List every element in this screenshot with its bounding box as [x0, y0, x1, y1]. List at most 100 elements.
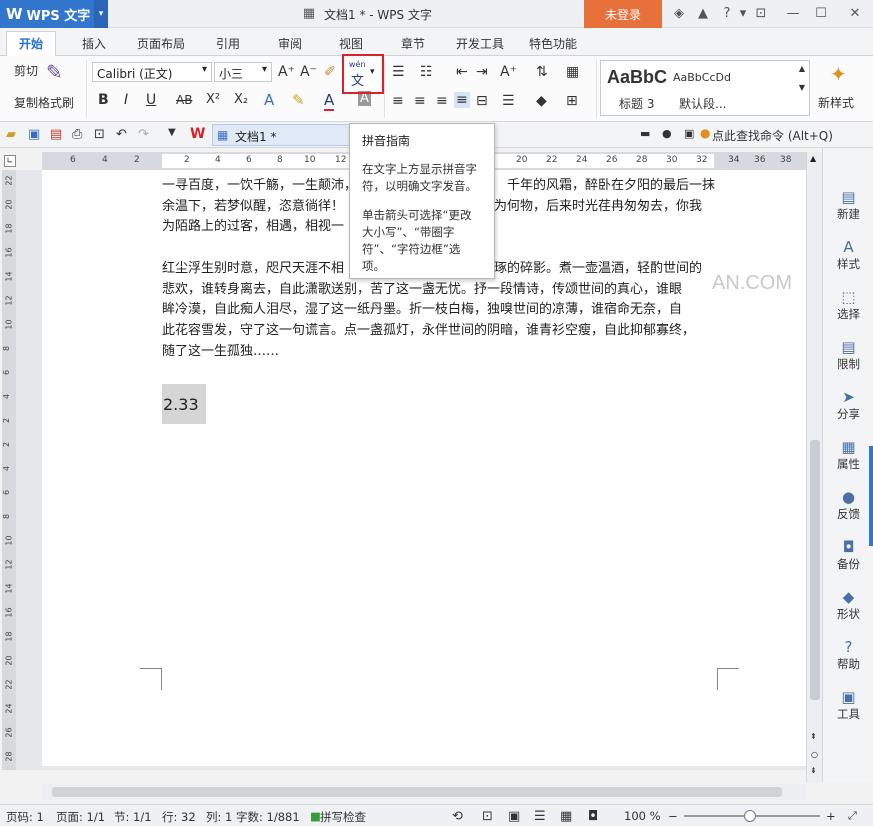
web-view-icon[interactable]: ▦: [560, 809, 572, 824]
align-right-icon[interactable]: ≡: [436, 93, 448, 109]
chevron-down-icon[interactable]: ▾: [94, 0, 108, 28]
line-spacing-icon[interactable]: ☰: [502, 93, 515, 109]
zoom-slider-knob[interactable]: [744, 810, 756, 822]
fullscreen-icon[interactable]: ⊡: [482, 809, 493, 824]
tab-page-layout[interactable]: 页面布局: [137, 35, 185, 52]
pdf-icon[interactable]: ▤: [50, 127, 62, 142]
justify-icon[interactable]: ≡: [454, 92, 470, 108]
increase-indent-icon[interactable]: ⇥: [476, 64, 488, 80]
highlight-icon[interactable]: ✎: [292, 91, 305, 109]
style-preview-heading[interactable]: AaBbC: [607, 67, 667, 88]
open-icon[interactable]: ▰: [6, 127, 16, 142]
table-icon[interactable]: ▦: [566, 64, 579, 80]
font-case-icon[interactable]: A⁺: [500, 64, 517, 80]
tab-special[interactable]: 特色功能: [529, 35, 577, 52]
layout-icon[interactable]: ▬: [640, 127, 650, 140]
style-preview-normal[interactable]: AaBbCcDd: [673, 71, 731, 84]
next-page-icon[interactable]: ⇟: [810, 766, 817, 775]
save-icon[interactable]: ▣: [28, 127, 40, 142]
numbered-list-icon[interactable]: ☷: [420, 64, 433, 80]
align-left-icon[interactable]: ≡: [392, 93, 404, 109]
chevron-down-icon[interactable]: ▼: [799, 83, 805, 92]
maximize-icon[interactable]: ☐: [812, 5, 830, 23]
side-item-property[interactable]: ▦ 属性: [823, 438, 873, 472]
fit-icon[interactable]: ⤢: [848, 809, 857, 823]
command-search[interactable]: 点此查找命令 (Alt+Q): [712, 127, 833, 144]
font-name-select[interactable]: Calibri (正文) ▾: [92, 62, 212, 82]
distribute-icon[interactable]: ⊟: [476, 93, 488, 109]
new-style-button[interactable]: 新样式: [818, 94, 854, 111]
font-color-icon[interactable]: A: [324, 91, 335, 111]
app-menu-button[interactable]: W WPS 文字 ▾: [0, 0, 108, 28]
status-word-count[interactable]: 字数: 1/881: [236, 809, 300, 825]
selected-number[interactable]: 2.33: [162, 384, 206, 424]
reading-view-icon[interactable]: ◘: [588, 809, 598, 824]
italic-icon[interactable]: I: [124, 92, 128, 108]
underline-icon[interactable]: U: [146, 92, 156, 108]
font-shrink-icon[interactable]: A⁻: [300, 64, 317, 80]
style-gallery[interactable]: AaBbC AaBbCcDd 标题 3 默认段... ▲ ▼: [600, 60, 810, 116]
text-effect-icon[interactable]: A: [264, 91, 274, 109]
superscript-icon[interactable]: X²: [206, 92, 220, 107]
people-icon[interactable]: ●: [662, 127, 672, 140]
print-icon[interactable]: ⎙: [72, 127, 82, 142]
bold-icon[interactable]: B: [98, 92, 109, 108]
side-item-tool[interactable]: ▣ 工具: [823, 688, 873, 722]
redo-icon[interactable]: ↷: [138, 127, 149, 142]
browse-object-icon[interactable]: ○: [811, 750, 818, 759]
panel-resize-handle[interactable]: [869, 446, 873, 546]
tab-stop-selector[interactable]: ∟: [4, 155, 16, 167]
subscript-icon[interactable]: X₂: [234, 92, 248, 107]
zoom-in-icon[interactable]: +: [826, 809, 836, 823]
prev-page-icon[interactable]: ⇞: [810, 732, 817, 741]
clear-format-icon[interactable]: ✐: [324, 64, 336, 80]
copy-button[interactable]: 复制: [14, 94, 38, 111]
side-item-backup[interactable]: ◘ 备份: [823, 538, 873, 572]
scroll-up-icon[interactable]: ▲: [810, 154, 816, 163]
font-size-select[interactable]: 小三 ▾: [214, 62, 272, 82]
align-center-icon[interactable]: ≡: [414, 93, 426, 109]
outline-view-icon[interactable]: ☰: [534, 809, 546, 824]
zoom-out-icon[interactable]: −: [668, 809, 678, 823]
cut-button[interactable]: 剪切: [14, 62, 38, 79]
scrollbar-thumb[interactable]: [52, 787, 782, 797]
border-icon[interactable]: ⊞: [566, 93, 578, 109]
side-item-select[interactable]: ⬚ 选择: [823, 288, 873, 322]
tab-review[interactable]: 审阅: [278, 35, 302, 52]
skin-icon[interactable]: ◈: [670, 5, 688, 23]
side-item-help[interactable]: ? 帮助: [823, 638, 873, 672]
revision-icon[interactable]: ⟲: [452, 809, 463, 824]
side-item-style[interactable]: A 样式: [823, 238, 873, 272]
preview-icon[interactable]: ⊡: [94, 127, 105, 142]
window-icon[interactable]: ▣: [684, 127, 694, 140]
tab-home[interactable]: 开始: [6, 31, 57, 56]
scrollbar-thumb[interactable]: [810, 440, 820, 700]
font-grow-icon[interactable]: A⁺: [278, 64, 295, 80]
close-icon[interactable]: ✕: [846, 5, 864, 23]
login-button[interactable]: 未登录: [584, 0, 662, 28]
format-painter-button[interactable]: 格式刷: [38, 94, 74, 111]
tab-section[interactable]: 章节: [401, 35, 425, 52]
side-item-new[interactable]: ▤ 新建: [823, 188, 873, 222]
sort-icon[interactable]: ⇅: [536, 64, 548, 80]
tab-insert[interactable]: 插入: [82, 35, 106, 52]
chevron-up-icon[interactable]: ▲: [799, 64, 805, 73]
vertical-ruler[interactable]: 22 20 18 16 14 12 10 8 6 4 2 2 4 6 8 10 …: [2, 170, 16, 770]
side-item-feedback[interactable]: ● 反馈: [823, 488, 873, 522]
shirt-icon[interactable]: ▲: [694, 5, 712, 23]
strikethrough-icon[interactable]: AB: [176, 93, 192, 107]
vertical-scrollbar[interactable]: ▲ ⇞ ○ ⇟: [806, 152, 822, 782]
minimize-icon[interactable]: —: [784, 5, 802, 23]
tab-developer[interactable]: 开发工具: [456, 35, 504, 52]
decrease-indent-icon[interactable]: ⇤: [456, 64, 468, 80]
page-view-icon[interactable]: ▣: [508, 809, 520, 824]
side-item-restrict[interactable]: ▤ 限制: [823, 338, 873, 372]
tab-view[interactable]: 视图: [339, 35, 363, 52]
shading-icon[interactable]: ◆: [536, 93, 547, 109]
horizontal-scrollbar[interactable]: [42, 784, 806, 800]
spell-check-button[interactable]: 拼写检查: [320, 809, 366, 825]
bullet-list-icon[interactable]: ☰: [392, 64, 405, 80]
document-tab[interactable]: ▦ 文档1 *: [212, 124, 352, 146]
chevron-down-icon[interactable]: ▼: [168, 127, 176, 138]
zoom-level[interactable]: 100 %: [624, 809, 661, 823]
